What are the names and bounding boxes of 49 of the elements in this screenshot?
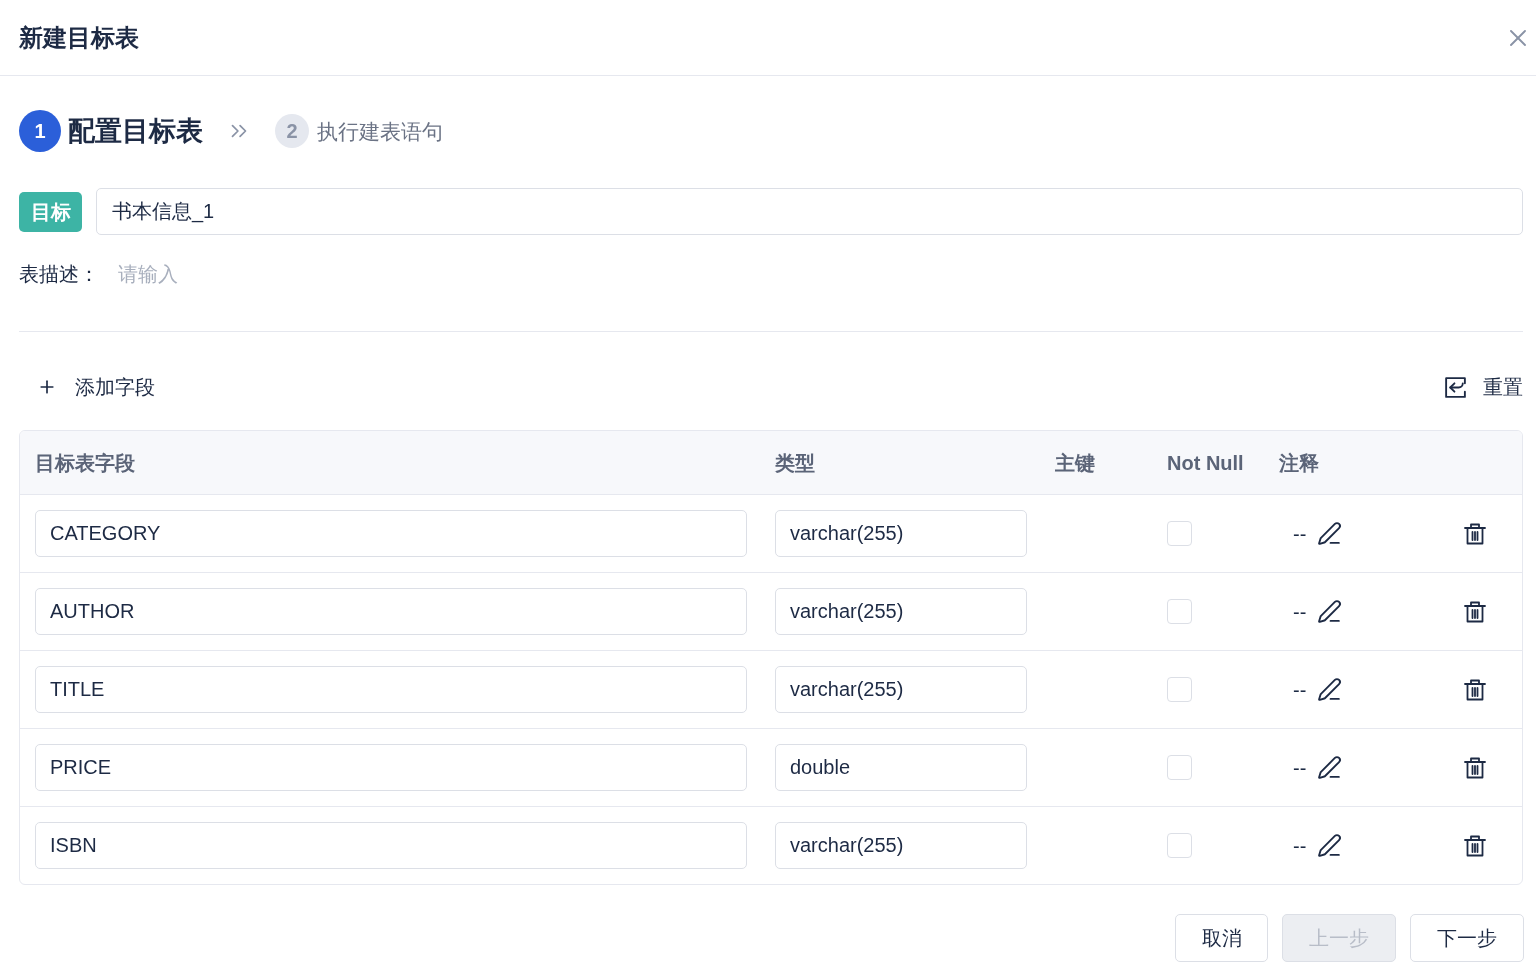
trash-icon[interactable] [1463, 833, 1487, 858]
step-number: 2 [275, 114, 309, 148]
trash-icon[interactable] [1463, 755, 1487, 780]
column-header: 目标表字段 [35, 451, 135, 474]
column-header: Not Null [1167, 451, 1244, 474]
table-name-input[interactable]: 书本信息_1 [96, 188, 1523, 235]
field-name-input[interactable]: TITLE [35, 666, 747, 713]
not-null-checkbox[interactable] [1167, 521, 1192, 546]
reset-icon [1443, 374, 1468, 400]
add-field-button[interactable]: 添加字段 [19, 367, 155, 407]
step-label: 执行建表语句 [317, 120, 443, 142]
not-null-checkbox[interactable] [1167, 755, 1192, 780]
description-label: 表描述： [19, 262, 100, 287]
edit-icon[interactable] [1317, 599, 1343, 624]
field-type-input[interactable]: varchar(255) [775, 822, 1027, 869]
field-name-input[interactable]: PRICE [35, 744, 747, 791]
trash-icon[interactable] [1463, 599, 1487, 624]
reset-button[interactable]: 重置 [1443, 367, 1523, 407]
field-name-input[interactable]: AUTHOR [35, 588, 747, 635]
field-type-input[interactable]: varchar(255) [775, 588, 1027, 635]
dialog-title: 新建目标表 [19, 25, 139, 50]
edit-icon[interactable] [1317, 755, 1343, 780]
edit-icon[interactable] [1317, 521, 1343, 546]
footer-button[interactable]: 下一步 [1410, 914, 1524, 962]
comment-text: -- [1293, 835, 1307, 856]
column-header: 类型 [775, 451, 815, 474]
comment-text: -- [1293, 757, 1307, 778]
comment-text: -- [1293, 601, 1307, 622]
field-type-input[interactable]: varchar(255) [775, 510, 1027, 557]
trash-icon[interactable] [1463, 521, 1487, 546]
comment-text: -- [1293, 523, 1307, 544]
edit-icon[interactable] [1317, 677, 1343, 702]
edit-icon[interactable] [1317, 833, 1343, 858]
step-label: 配置目标表 [68, 117, 203, 145]
column-header: 注释 [1279, 451, 1319, 474]
field-type-input[interactable]: varchar(255) [775, 666, 1027, 713]
field-type-input[interactable]: double [775, 744, 1027, 791]
footer-button[interactable]: 取消 [1175, 914, 1268, 962]
field-name-input[interactable]: CATEGORY [35, 510, 747, 557]
column-header: 主键 [1055, 451, 1095, 474]
trash-icon[interactable] [1463, 677, 1487, 702]
description-field[interactable]: 请输入 [104, 255, 1523, 293]
target-tag: 目标 [19, 191, 82, 232]
step-number: 1 [19, 110, 61, 152]
not-null-checkbox[interactable] [1167, 833, 1192, 858]
not-null-checkbox[interactable] [1167, 677, 1192, 702]
not-null-checkbox[interactable] [1167, 599, 1192, 624]
comment-text: -- [1293, 679, 1307, 700]
field-name-input[interactable]: ISBN [35, 822, 747, 869]
